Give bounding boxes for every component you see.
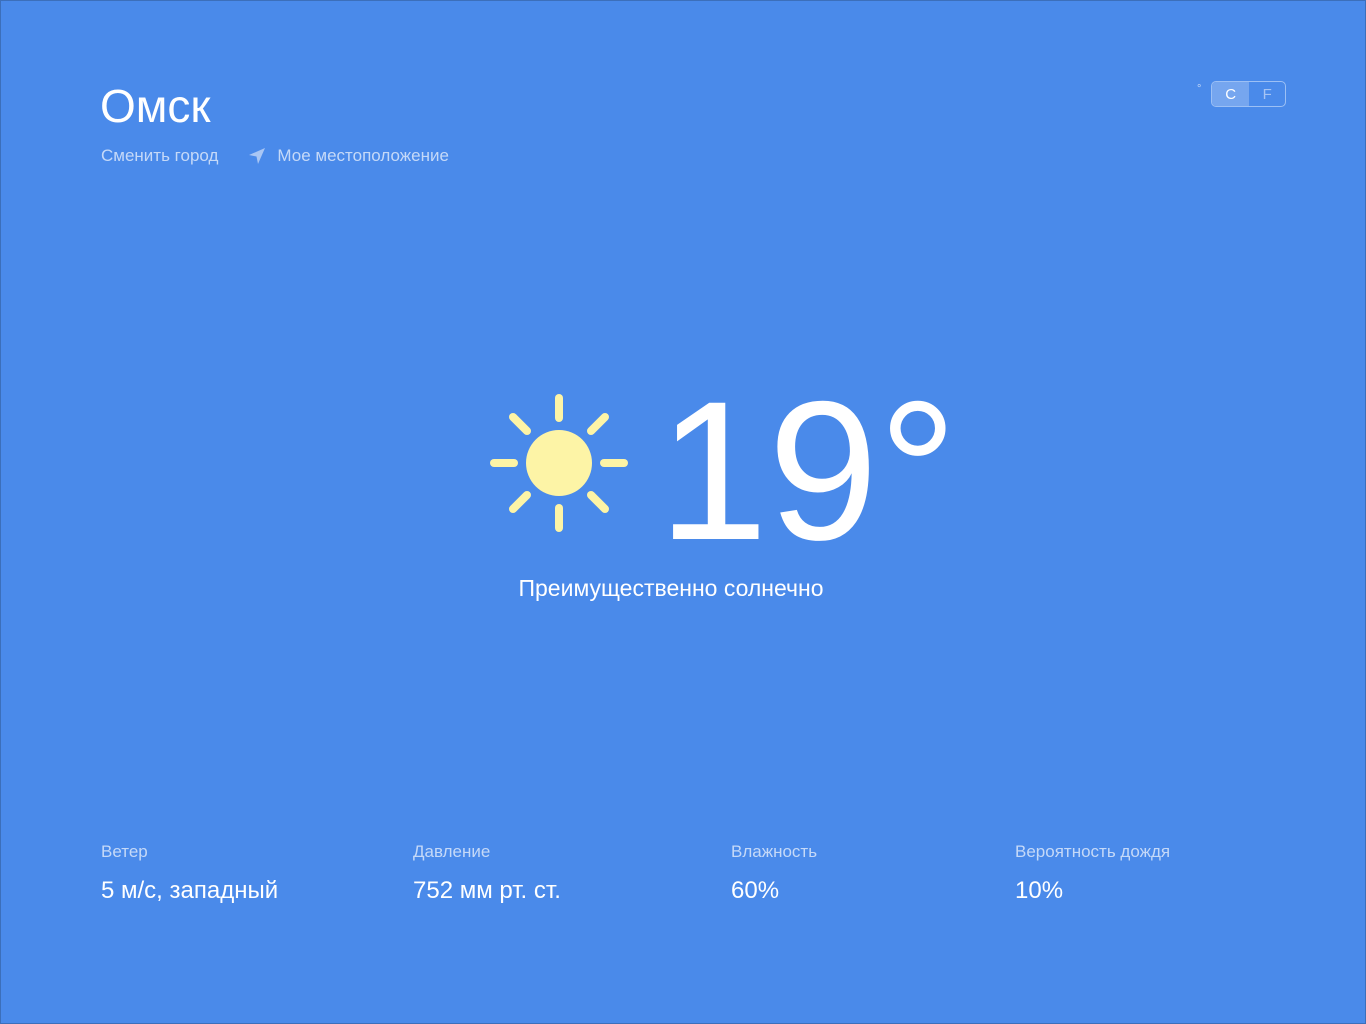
- stat-label: Влажность: [731, 842, 818, 861]
- stat-value: 60%: [731, 877, 780, 904]
- stat-label: Вероятность дождя: [1015, 842, 1171, 861]
- header-links: Сменить город Мое местоположение: [101, 145, 449, 167]
- stat-pressure: Давление 752 мм рт. ст.: [413, 841, 561, 906]
- unit-degree-symbol: °: [1197, 83, 1202, 95]
- stat-value: 5 м/с, западный: [101, 877, 279, 904]
- city-title: Омск: [100, 80, 211, 132]
- my-location-link[interactable]: Мое местоположение: [248, 145, 449, 167]
- stat-label: Давление: [413, 842, 491, 861]
- current-temperature: 19°: [658, 360, 958, 581]
- stat-value: 10%: [1015, 877, 1064, 904]
- stat-wind: Ветер 5 м/с, западный: [101, 841, 278, 906]
- my-location-label: Мое местоположение: [277, 146, 449, 165]
- stat-humidity: Влажность 60%: [731, 841, 817, 906]
- stat-label: Ветер: [101, 842, 148, 861]
- stat-value: 752 мм рт. ст.: [413, 877, 561, 904]
- unit-fahrenheit-button[interactable]: F: [1249, 82, 1286, 106]
- weather-condition: Преимущественно солнечно: [518, 575, 824, 601]
- change-city-label: Сменить город: [101, 146, 219, 165]
- location-arrow-icon: [249, 148, 266, 164]
- current-weather: [488, 392, 630, 534]
- unit-switch: ° C F: [1197, 81, 1287, 107]
- unit-toggle: C F: [1211, 81, 1287, 107]
- stat-rain-chance: Вероятность дождя 10%: [1015, 841, 1170, 906]
- change-city-link[interactable]: Сменить город: [101, 145, 218, 167]
- unit-celsius-button[interactable]: C: [1212, 82, 1249, 106]
- sun-icon: [490, 394, 628, 532]
